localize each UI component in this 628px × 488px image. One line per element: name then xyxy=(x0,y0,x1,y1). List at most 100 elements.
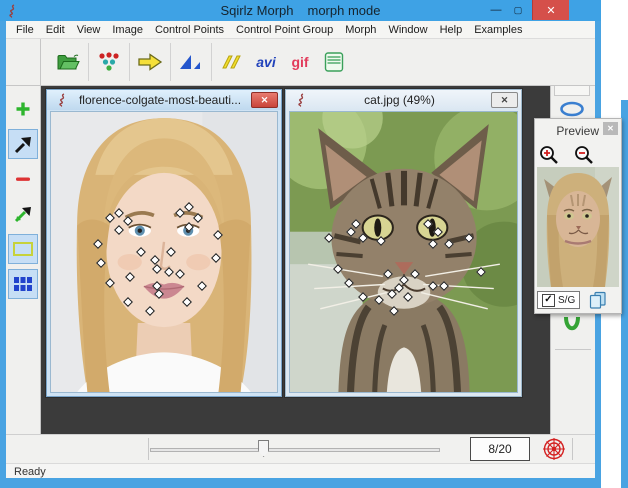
grid-group-button[interactable] xyxy=(8,269,38,299)
rect-select-button[interactable] xyxy=(8,234,38,264)
control-point[interactable] xyxy=(192,213,203,224)
move-points-button[interactable] xyxy=(8,199,38,229)
run-morph-button[interactable] xyxy=(133,44,167,80)
control-point[interactable] xyxy=(165,247,176,257)
control-point[interactable] xyxy=(174,269,185,280)
close-button[interactable]: ✕ xyxy=(532,0,569,20)
export-frames-button[interactable] xyxy=(317,44,351,80)
control-point[interactable] xyxy=(344,277,354,288)
control-point[interactable] xyxy=(323,233,334,243)
control-point[interactable] xyxy=(357,291,368,302)
control-point[interactable] xyxy=(357,233,368,243)
control-point[interactable] xyxy=(154,289,165,299)
add-points-button[interactable] xyxy=(8,94,38,124)
frame-counter: 8/20 xyxy=(470,437,530,461)
control-point[interactable] xyxy=(113,207,124,218)
control-point[interactable] xyxy=(122,216,133,227)
control-point[interactable] xyxy=(197,280,208,291)
control-point[interactable] xyxy=(152,263,163,274)
control-point[interactable] xyxy=(95,258,106,269)
export-avi-button[interactable]: avi xyxy=(249,44,283,80)
control-point[interactable] xyxy=(211,252,221,263)
titlebar[interactable]: Sqirlz Morph morph mode — ▢ ✕ xyxy=(0,0,601,21)
source-image-cat[interactable] xyxy=(290,112,517,392)
control-point[interactable] xyxy=(403,291,413,302)
child-window-cat[interactable]: cat.jpg (49%) ✕ xyxy=(285,89,522,397)
control-point[interactable] xyxy=(382,269,393,280)
control-point[interactable] xyxy=(389,305,400,316)
florence-close-button[interactable]: ✕ xyxy=(251,92,278,108)
menu-item-edit[interactable]: Edit xyxy=(40,23,71,37)
quick-render-button[interactable] xyxy=(215,44,249,80)
control-point[interactable] xyxy=(145,305,156,316)
menu-item-window[interactable]: Window xyxy=(382,23,433,37)
u-curve-button[interactable] xyxy=(557,314,587,340)
control-point[interactable] xyxy=(332,263,343,274)
menu-item-help[interactable]: Help xyxy=(434,23,469,37)
right-tool-partial-button[interactable] xyxy=(554,86,590,96)
control-point[interactable] xyxy=(375,235,386,246)
control-point[interactable] xyxy=(439,280,450,291)
control-point[interactable] xyxy=(150,255,160,266)
control-point[interactable] xyxy=(104,277,115,288)
menu-item-examples[interactable]: Examples xyxy=(468,23,528,37)
control-point[interactable] xyxy=(163,266,174,277)
child-squiggle-icon xyxy=(59,93,65,107)
preview-close-button[interactable]: ✕ xyxy=(603,122,618,135)
control-point[interactable] xyxy=(213,230,224,241)
open-file-button[interactable] xyxy=(51,44,85,80)
control-point[interactable] xyxy=(181,297,192,308)
menu-item-control-point-group[interactable]: Control Point Group xyxy=(230,23,339,37)
preview-image[interactable] xyxy=(537,167,619,287)
control-point[interactable] xyxy=(174,207,185,218)
control-point[interactable] xyxy=(428,238,438,249)
cat-close-button[interactable]: ✕ xyxy=(491,92,518,108)
zoom-out-button[interactable] xyxy=(574,145,595,165)
control-point[interactable] xyxy=(183,221,194,232)
control-point[interactable] xyxy=(122,297,133,308)
control-point[interactable] xyxy=(475,266,486,277)
morph-slider[interactable] xyxy=(150,439,440,459)
minimize-button[interactable]: — xyxy=(486,1,506,19)
preview-panel[interactable]: Preview ✕ ✓ S/G xyxy=(534,118,622,314)
cat-titlebar[interactable]: cat.jpg (49%) ✕ xyxy=(286,90,521,110)
point-colors-button[interactable] xyxy=(92,44,126,80)
show-mesh-button[interactable] xyxy=(174,44,208,80)
control-point[interactable] xyxy=(183,202,194,213)
control-point[interactable] xyxy=(409,269,420,280)
sg-checkbox[interactable]: ✓ xyxy=(542,293,555,307)
morph-slider-thumb[interactable] xyxy=(258,440,270,457)
control-point[interactable] xyxy=(464,233,475,243)
mark-frame-button[interactable] xyxy=(540,436,568,461)
control-point[interactable] xyxy=(113,224,124,235)
florence-titlebar[interactable]: florence-colgate-most-beauti... ✕ xyxy=(47,90,281,110)
control-point[interactable] xyxy=(423,219,434,229)
sg-checkbox-group[interactable]: ✓ S/G xyxy=(537,291,581,309)
source-image-florence[interactable] xyxy=(51,112,277,392)
control-point[interactable] xyxy=(432,227,443,238)
control-point[interactable] xyxy=(104,213,115,224)
delete-points-button[interactable] xyxy=(8,164,38,194)
menu-item-image[interactable]: Image xyxy=(106,23,149,37)
control-point[interactable] xyxy=(93,238,104,249)
child-window-florence[interactable]: florence-colgate-most-beauti... ✕ xyxy=(46,89,282,397)
copy-preview-button[interactable] xyxy=(588,291,607,309)
control-point[interactable] xyxy=(428,280,438,291)
morph-slider-track[interactable] xyxy=(150,448,440,452)
control-point[interactable] xyxy=(443,238,454,249)
zoom-in-button[interactable] xyxy=(539,145,560,165)
menu-item-control-points[interactable]: Control Points xyxy=(149,23,230,37)
menu-item-morph[interactable]: Morph xyxy=(339,23,382,37)
control-point[interactable] xyxy=(136,247,147,257)
maximize-button[interactable]: ▢ xyxy=(508,1,528,19)
control-point[interactable] xyxy=(373,294,384,305)
open-folder-icon xyxy=(57,54,80,70)
select-points-button[interactable] xyxy=(8,129,38,159)
export-gif-button[interactable]: gif xyxy=(283,44,317,80)
menu-item-view[interactable]: View xyxy=(71,23,107,37)
avi-label: avi xyxy=(256,54,276,70)
menu-item-file[interactable]: File xyxy=(10,23,40,37)
control-point[interactable] xyxy=(125,272,136,283)
control-point[interactable] xyxy=(346,227,357,238)
preview-titlebar[interactable]: Preview ✕ xyxy=(535,119,621,142)
